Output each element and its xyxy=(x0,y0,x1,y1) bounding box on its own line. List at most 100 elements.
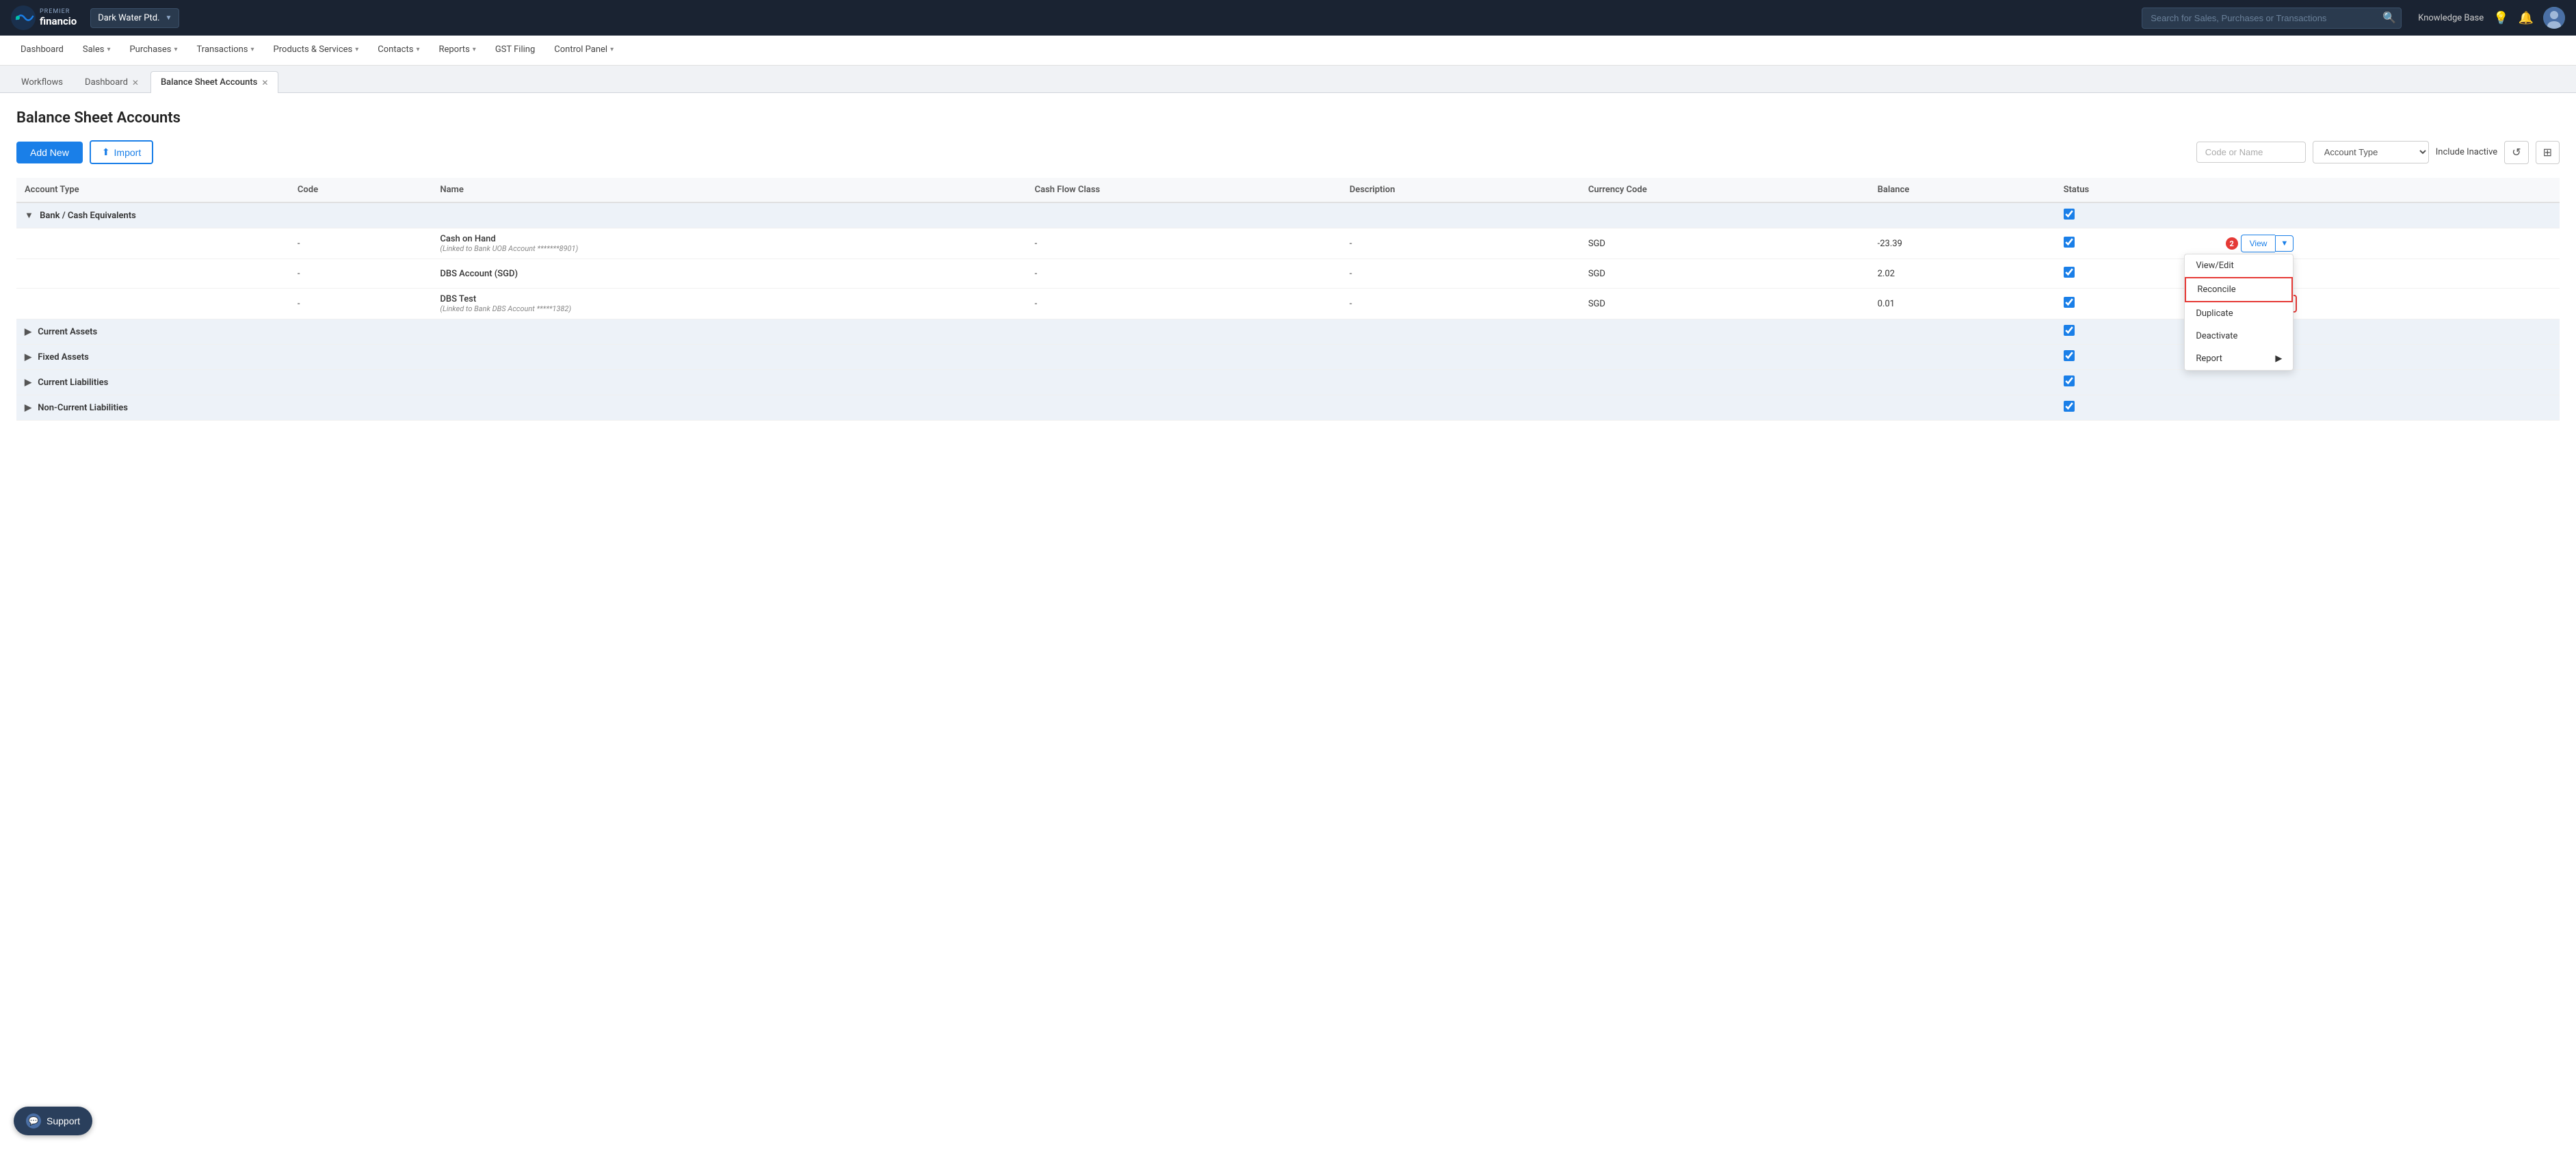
main-navigation: Dashboard Sales ▾ Purchases ▾ Transactio… xyxy=(0,36,2576,66)
cell-currency-dbs: SGD xyxy=(1580,259,1869,289)
tab-bsa-close[interactable]: ✕ xyxy=(261,79,268,87)
reconcile-label: Reconcile xyxy=(2197,285,2235,295)
status-checkbox-dbs[interactable] xyxy=(2064,267,2075,278)
export-button[interactable]: ⊞ xyxy=(2536,141,2560,164)
group-checkbox-fixed-assets[interactable] xyxy=(2064,350,2075,361)
knowledge-base-link[interactable]: Knowledge Base xyxy=(2418,13,2484,23)
control-caret: ▾ xyxy=(610,46,614,53)
group-toggle-noncurrent-liabilities[interactable]: ▶ xyxy=(25,403,31,413)
financio-logo[interactable] xyxy=(11,5,36,30)
company-selector[interactable]: Dark Water Ptd. ▼ xyxy=(90,8,179,28)
view-edit-label: View/Edit xyxy=(2196,261,2233,271)
status-checkbox-cash[interactable] xyxy=(2064,237,2075,248)
context-menu-report[interactable]: Report ▶ xyxy=(2185,347,2293,370)
refresh-button[interactable]: ↺ xyxy=(2504,141,2528,164)
group-checkbox-noncurrent-liabilities[interactable] xyxy=(2064,401,2075,412)
help-icon[interactable]: 💡 xyxy=(2493,11,2508,25)
group-checkbox-current-assets[interactable] xyxy=(2064,325,2075,336)
group-actions-bank xyxy=(2218,202,2560,228)
context-menu-duplicate[interactable]: Duplicate xyxy=(2185,302,2293,325)
col-cashflow: Cash Flow Class xyxy=(1027,178,1341,202)
col-actions xyxy=(2218,178,2560,202)
import-label: Import xyxy=(114,147,142,158)
user-avatar[interactable] xyxy=(2543,7,2565,29)
cell-desc-dbs: - xyxy=(1341,259,1580,289)
import-icon: ⬆ xyxy=(102,146,110,158)
group-toggle-current-assets[interactable]: ▶ xyxy=(25,327,31,337)
context-menu-deactivate[interactable]: Deactivate xyxy=(2185,325,2293,347)
group-row-current-assets: ▶ Current Assets xyxy=(16,319,2560,345)
col-description: Description xyxy=(1341,178,1580,202)
tab-workflows-label: Workflows xyxy=(21,77,63,88)
group-checkbox-bank[interactable] xyxy=(2064,209,2075,220)
reports-caret: ▾ xyxy=(473,46,476,53)
account-sub-dbstest: (Linked to Bank DBS Account *****1382) xyxy=(440,304,1018,313)
nav-item-purchases[interactable]: Purchases ▾ xyxy=(120,36,187,66)
cell-balance-dbs: 2.02 xyxy=(1869,259,2055,289)
account-name-dbs: DBS Account (SGD) xyxy=(440,269,1018,279)
report-label: Report xyxy=(2196,354,2222,364)
nav-item-gst[interactable]: GST Filing xyxy=(486,36,544,66)
col-currency: Currency Code xyxy=(1580,178,1869,202)
view-split-cash[interactable]: ▼ xyxy=(2275,235,2294,252)
group-toggle-fixed-assets[interactable]: ▶ xyxy=(25,352,31,362)
search-icon[interactable]: 🔍 xyxy=(2382,11,2396,25)
duplicate-label: Duplicate xyxy=(2196,308,2233,319)
nav-item-reports[interactable]: Reports ▾ xyxy=(429,36,485,66)
group-status-current-liabilities xyxy=(2055,370,2218,395)
include-inactive-label: Include Inactive xyxy=(2436,147,2497,157)
table-row-dbs-sgd: - DBS Account (SGD) - - SGD 2.02 View ▼ xyxy=(16,259,2560,289)
context-menu-view-edit[interactable]: View/Edit xyxy=(2185,254,2293,277)
support-label: Support xyxy=(47,1115,80,1126)
cell-code-dbs: - xyxy=(289,259,432,289)
cell-code-cash: - xyxy=(289,228,432,259)
group-actions-current-liabilities xyxy=(2218,370,2560,395)
context-menu-reconcile[interactable]: Reconcile xyxy=(2185,277,2293,302)
tab-dashboard[interactable]: Dashboard ✕ xyxy=(75,71,149,93)
import-button[interactable]: ⬆ Import xyxy=(90,140,153,164)
products-caret: ▾ xyxy=(355,46,358,53)
page-title: Balance Sheet Accounts xyxy=(16,109,2560,127)
search-input[interactable] xyxy=(2142,8,2402,29)
cell-cashflow-cash: - xyxy=(1027,228,1341,259)
transactions-caret: ▾ xyxy=(251,46,254,53)
view-button-cash[interactable]: View xyxy=(2241,235,2276,252)
toolbar: Add New ⬆ Import Account Type Bank / Cas… xyxy=(16,140,2560,164)
nav-item-sales[interactable]: Sales ▾ xyxy=(73,36,120,66)
search-bar: 🔍 xyxy=(2142,8,2402,29)
notifications-icon[interactable]: 🔔 xyxy=(2519,11,2534,25)
support-button[interactable]: 💬 Support xyxy=(14,1107,92,1135)
cell-balance-dbstest: 0.01 xyxy=(1869,289,2055,319)
filter-code-input[interactable] xyxy=(2196,142,2306,163)
tab-bsa-label: Balance Sheet Accounts xyxy=(161,77,257,88)
sales-caret: ▾ xyxy=(107,46,110,53)
table-row-dbs-test: - DBS Test (Linked to Bank DBS Account *… xyxy=(16,289,2560,319)
group-label-fixed-assets: ▶ Fixed Assets xyxy=(16,345,2055,370)
status-checkbox-dbstest[interactable] xyxy=(2064,297,2075,308)
group-toggle-current-liabilities[interactable]: ▶ xyxy=(25,378,31,388)
tab-dashboard-close[interactable]: ✕ xyxy=(132,79,139,87)
company-name: Dark Water Ptd. xyxy=(98,13,159,23)
nav-item-transactions[interactable]: Transactions ▾ xyxy=(187,36,264,66)
nav-item-contacts[interactable]: Contacts ▾ xyxy=(368,36,429,66)
cell-name-dbs: DBS Account (SGD) xyxy=(432,259,1026,289)
tab-workflows[interactable]: Workflows xyxy=(11,71,73,93)
deactivate-label: Deactivate xyxy=(2196,331,2237,341)
nav-item-dashboard[interactable]: Dashboard xyxy=(11,36,73,66)
purchases-caret: ▾ xyxy=(174,46,177,53)
add-new-button[interactable]: Add New xyxy=(16,142,83,163)
tab-dashboard-label: Dashboard xyxy=(85,77,128,88)
group-row-fixed-assets: ▶ Fixed Assets xyxy=(16,345,2560,370)
tab-balance-sheet[interactable]: Balance Sheet Accounts ✕ xyxy=(150,71,278,93)
nav-item-control[interactable]: Control Panel ▾ xyxy=(544,36,623,66)
cell-type-dbs xyxy=(16,259,289,289)
contacts-caret: ▾ xyxy=(416,46,419,53)
col-status: Status xyxy=(2055,178,2218,202)
group-toggle-bank[interactable]: ▼ xyxy=(25,211,34,221)
group-label-noncurrent-liabilities: ▶ Non-Current Liabilities xyxy=(16,395,2055,421)
group-checkbox-current-liabilities[interactable] xyxy=(2064,375,2075,386)
filter-type-select[interactable]: Account Type Bank / Cash Equivalents Cur… xyxy=(2313,141,2429,163)
cell-cashflow-dbstest: - xyxy=(1027,289,1341,319)
cell-cashflow-dbs: - xyxy=(1027,259,1341,289)
nav-item-products[interactable]: Products & Services ▾ xyxy=(264,36,369,66)
